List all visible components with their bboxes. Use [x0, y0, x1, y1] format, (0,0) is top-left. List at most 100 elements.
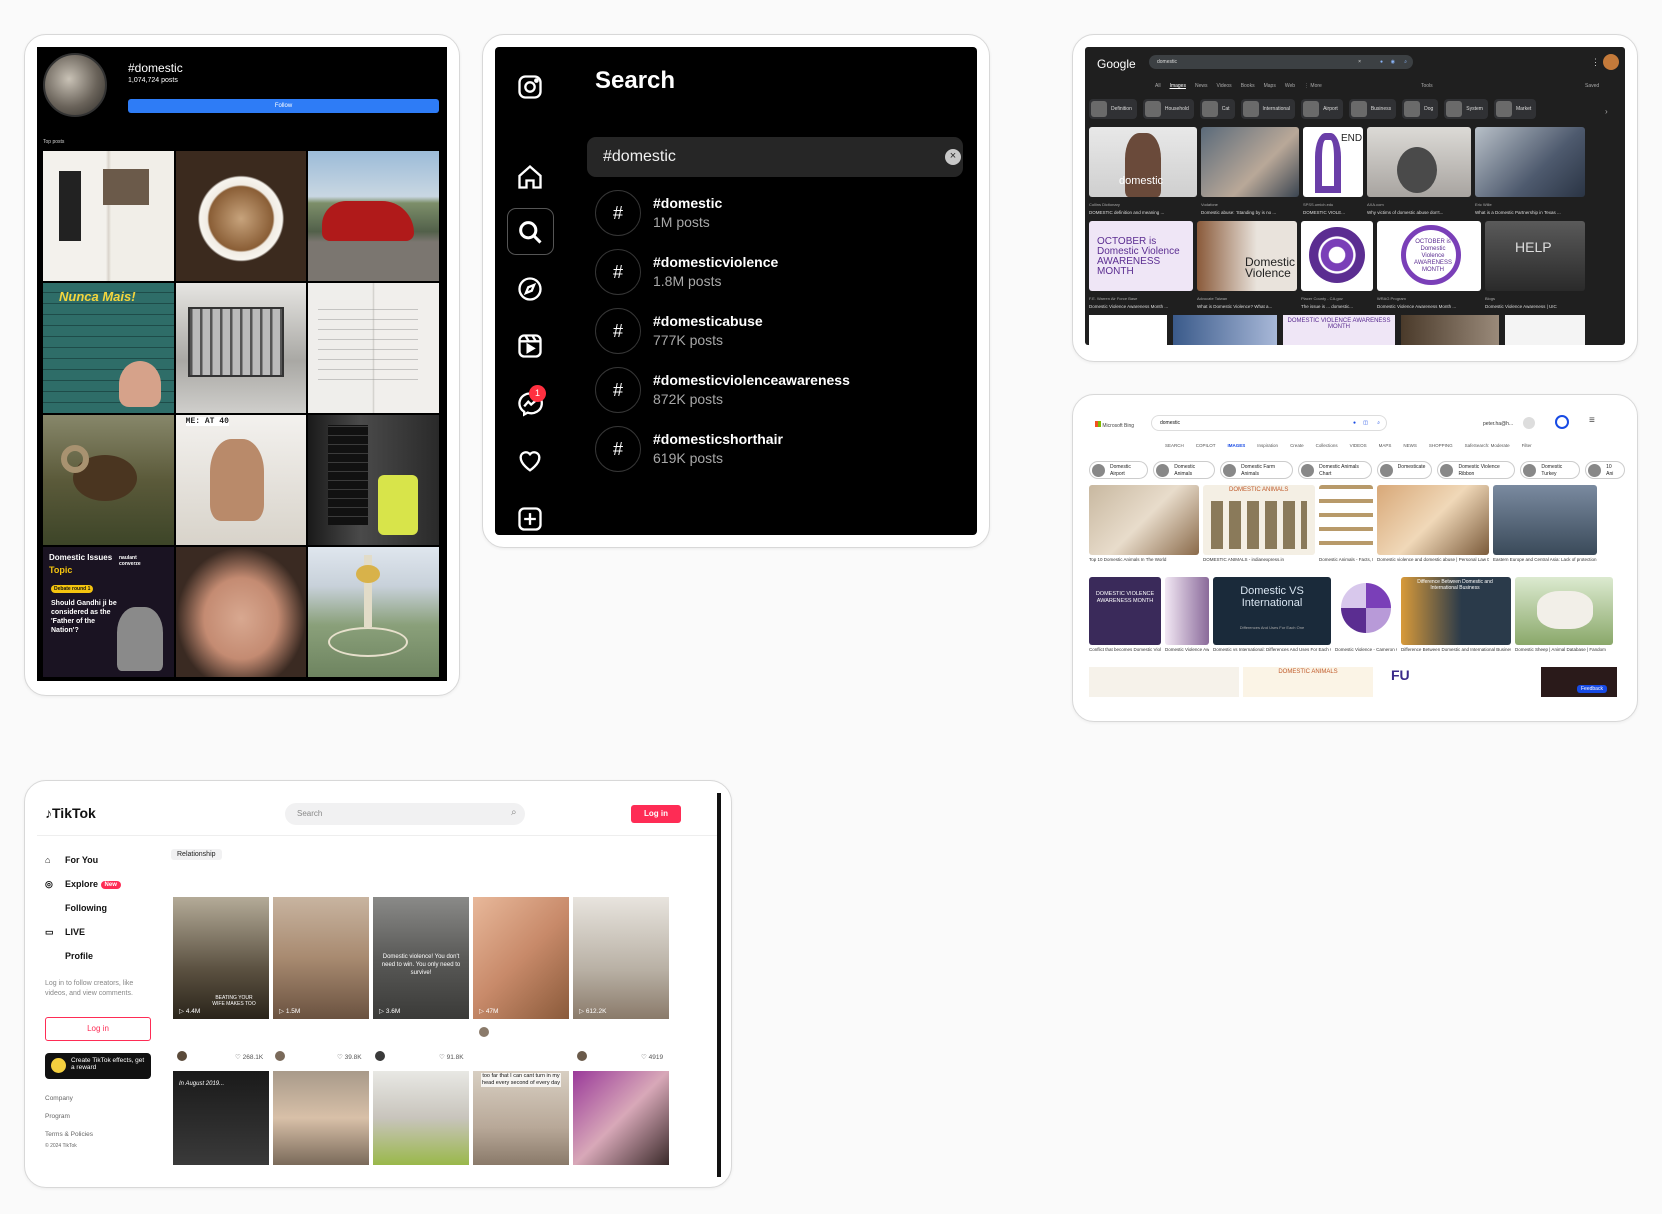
image-result[interactable]: Eric Wille What is a Domestic Partnership… — [1475, 127, 1585, 217]
search-icon[interactable] — [516, 218, 544, 246]
clear-icon[interactable]: × — [1358, 55, 1361, 69]
notifications-heart-icon[interactable] — [516, 447, 544, 475]
explore-icon[interactable] — [516, 275, 544, 303]
tab-web[interactable]: Web — [1285, 83, 1295, 89]
follow-button[interactable]: Follow — [128, 99, 439, 113]
search-icon[interactable]: ⌕ — [1377, 416, 1380, 430]
effects-promo-banner[interactable]: Create TikTok effects, get a reward — [45, 1053, 151, 1079]
google-logo[interactable]: Google — [1097, 57, 1136, 71]
feedback-button[interactable]: Feedback — [1577, 685, 1607, 693]
bing-search-bar[interactable]: domestic ● ◫ ⌕ — [1151, 415, 1387, 431]
related-chip[interactable]: Domestic Airport — [1089, 461, 1149, 479]
relationship-tag[interactable]: Relationship — [171, 849, 222, 860]
related-chip[interactable]: Cat — [1199, 99, 1235, 119]
related-chip[interactable]: Definition — [1089, 99, 1137, 119]
image-result[interactable]: Domestic Sheep | Animal Database | Fando… — [1515, 577, 1613, 665]
image-result[interactable]: Vodafone Domestic abuse: 'Standing by is … — [1201, 127, 1299, 217]
image-result[interactable]: FU — [1377, 667, 1463, 697]
post-tile[interactable] — [175, 547, 307, 677]
avatar[interactable] — [479, 1027, 489, 1037]
related-chip[interactable]: Domestic Violence Ribbon — [1437, 461, 1516, 479]
related-chip[interactable]: 10 Ani — [1585, 461, 1625, 479]
image-result[interactable]: DOMESTIC VIOLENCE AWARENESS MONTH Conflic… — [1089, 577, 1161, 665]
lens-icon[interactable]: ◉ — [1391, 55, 1395, 69]
image-result[interactable]: OCTOBER is Domestic Violence AWARENESS M… — [1089, 221, 1193, 311]
video-thumbnail[interactable] — [373, 1071, 469, 1165]
related-chip[interactable]: Domestic Animals Chart — [1298, 461, 1372, 479]
post-tile[interactable] — [175, 151, 307, 281]
search-input[interactable]: #domestic — [587, 137, 963, 177]
avatar[interactable] — [375, 1051, 385, 1061]
image-result[interactable]: Domestic violence and domestic abuse | P… — [1377, 485, 1489, 571]
image-result[interactable] — [1089, 667, 1239, 697]
avatar[interactable] — [275, 1051, 285, 1061]
image-result[interactable]: HELP Blogs Domestic Violence Awareness | U… — [1485, 221, 1585, 311]
tab-copilot[interactable]: COPILOT — [1196, 443, 1216, 448]
related-chip[interactable]: Domestic Farm Animals — [1220, 461, 1294, 479]
create-plus-icon[interactable] — [516, 505, 544, 533]
nav-explore[interactable]: ◎ Explore New — [45, 879, 121, 890]
microphone-icon[interactable]: ● — [1380, 55, 1383, 69]
image-result[interactable]: Top 10 Domestic Animals In The World — [1089, 485, 1199, 571]
microphone-icon[interactable]: ● — [1353, 416, 1356, 430]
post-tile[interactable] — [43, 151, 174, 281]
post-tile[interactable] — [175, 283, 307, 413]
tab-create[interactable]: Create — [1290, 443, 1304, 448]
related-chip[interactable]: Business — [1348, 99, 1397, 119]
tab-shopping[interactable]: SHOPPING — [1429, 443, 1453, 448]
nav-profile[interactable]: Profile — [45, 951, 93, 961]
visual-search-icon[interactable]: ◫ — [1363, 416, 1368, 430]
tools-button[interactable]: Tools — [1421, 83, 1433, 89]
user-account[interactable]: peter.ha@h... — [1483, 421, 1513, 427]
video-thumbnail[interactable]: ▷ 1.5M — [273, 897, 369, 1019]
image-result[interactable]: OCTOBER is Domestic Violence AWARENESS M… — [1377, 221, 1481, 311]
instagram-logo-icon[interactable] — [516, 73, 544, 101]
tab-more[interactable]: ⋮ More — [1304, 83, 1322, 89]
video-thumbnail[interactable]: Domestic violence! You don't need to win… — [373, 897, 469, 1019]
image-result[interactable]: Domestic Violence Awar... — [1165, 577, 1209, 665]
nav-live[interactable]: ▭ LIVE — [45, 927, 85, 938]
related-chip[interactable]: Domestic Turkey — [1520, 461, 1581, 479]
footer-link[interactable]: Terms & Policies — [45, 1131, 93, 1138]
related-chip[interactable]: Market — [1493, 99, 1537, 119]
post-tile[interactable]: Nunca Mais! — [43, 283, 174, 413]
tab-maps[interactable]: MAPS — [1379, 443, 1392, 448]
search-result-item[interactable]: # #domesticviolence 1.8M posts — [595, 249, 955, 299]
related-chip[interactable]: Domestic Animals — [1153, 461, 1216, 479]
avatar[interactable] — [1523, 417, 1535, 429]
filter-button[interactable]: Filter — [1522, 443, 1532, 448]
post-tile[interactable] — [308, 415, 439, 545]
avatar[interactable] — [577, 1051, 587, 1061]
nav-following[interactable]: Following — [45, 903, 107, 913]
bing-logo[interactable]: Microsoft Bing — [1095, 421, 1134, 429]
post-tile[interactable]: ME: AT 40 — [175, 415, 307, 545]
login-button[interactable]: Log in — [631, 805, 681, 823]
chevron-right-icon[interactable]: › — [1605, 107, 1608, 116]
scrollbar[interactable] — [717, 793, 721, 1177]
related-chip[interactable]: International — [1240, 99, 1296, 119]
home-icon[interactable] — [516, 163, 544, 191]
search-result-item[interactable]: # #domestic 1M posts — [595, 190, 955, 240]
post-tile[interactable] — [308, 151, 439, 281]
tab-inspiration[interactable]: Inspiration — [1257, 443, 1278, 448]
image-result[interactable] — [1401, 315, 1499, 345]
image-result[interactable]: Placer County - CA.gov The issue is ... d… — [1301, 221, 1373, 311]
search-result-item[interactable]: # #domesticabuse 777K posts — [595, 308, 955, 358]
search-input[interactable]: Search — [285, 803, 525, 825]
tab-all[interactable]: All — [1155, 83, 1161, 89]
search-result-item[interactable]: # #domesticshorthair 619K posts — [595, 426, 955, 476]
safesearch-dropdown[interactable]: SafeSearch: Moderate — [1465, 443, 1510, 448]
post-tile[interactable] — [43, 415, 174, 545]
footer-link[interactable]: Company — [45, 1095, 73, 1102]
tab-collections[interactable]: Collections — [1316, 443, 1338, 448]
related-chip[interactable]: System — [1444, 99, 1488, 119]
image-result[interactable] — [1173, 315, 1277, 345]
tab-books[interactable]: Books — [1241, 83, 1255, 89]
avatar[interactable] — [177, 1051, 187, 1061]
image-result[interactable]: Eastern Europe and Central Asia: Lack of… — [1493, 485, 1597, 571]
image-result[interactable]: Domestic VS International Differences And… — [1213, 577, 1331, 665]
video-thumbnail[interactable]: In August 2019... — [173, 1071, 269, 1165]
video-thumbnail[interactable]: ▷ 612.2K — [573, 897, 669, 1019]
image-result[interactable]: Domestic Violence Advocate Taiwan What is … — [1197, 221, 1297, 311]
image-result[interactable]: Difference Between Domestic and Internat… — [1401, 577, 1511, 665]
